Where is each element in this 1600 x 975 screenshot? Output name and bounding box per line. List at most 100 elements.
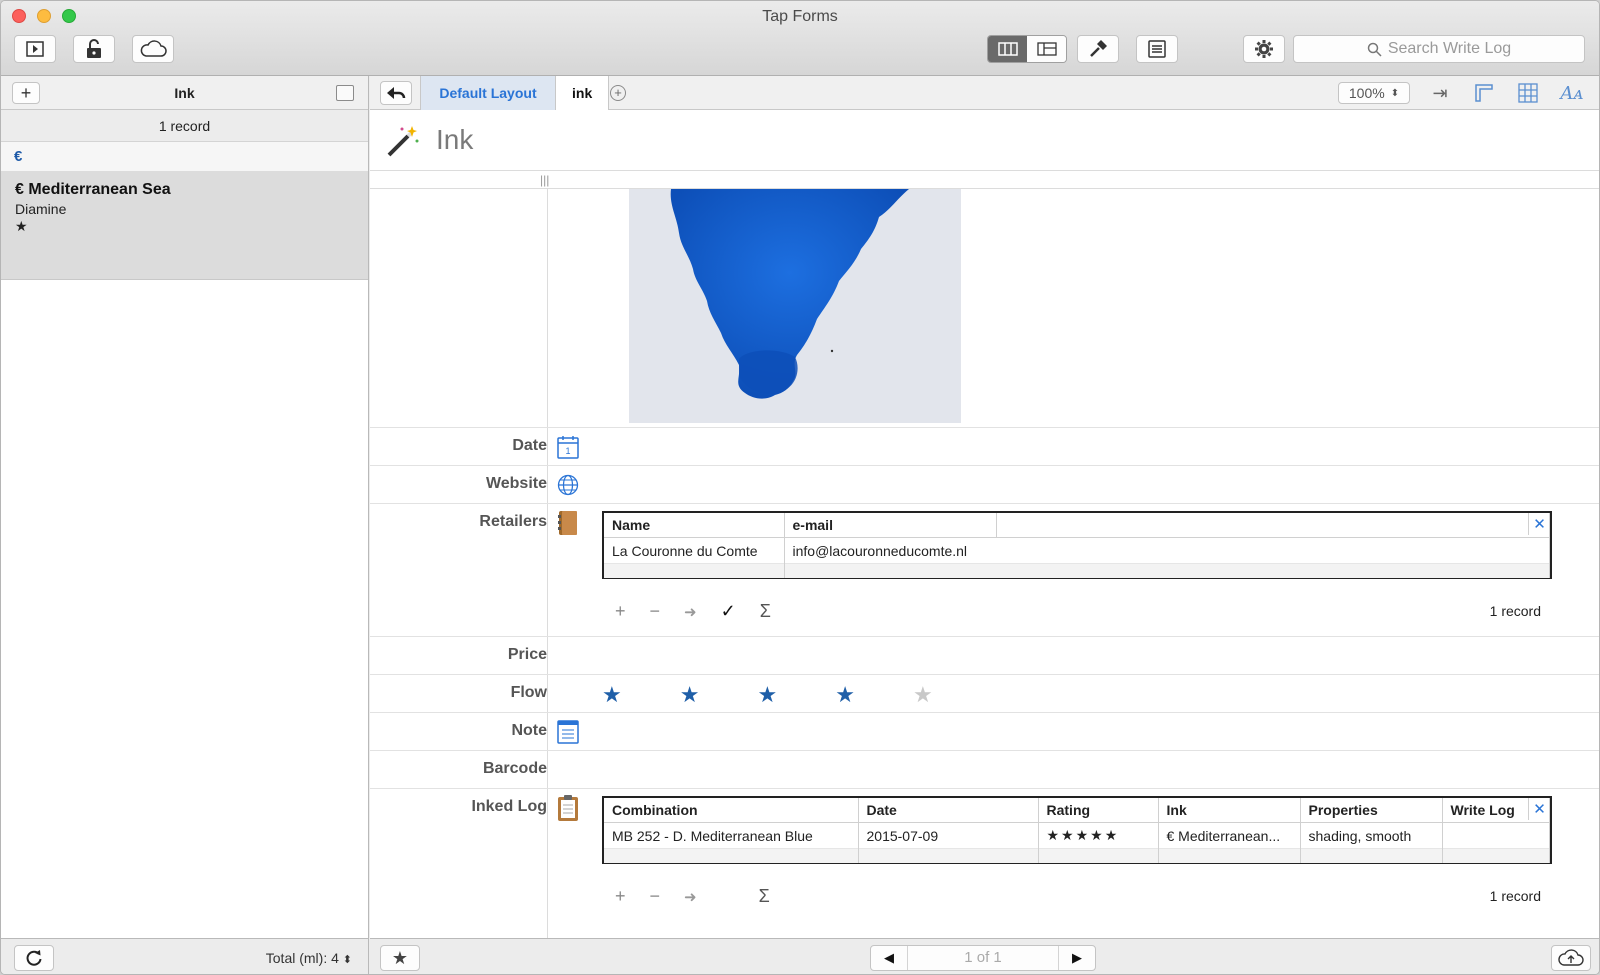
column-resize-handle[interactable]: |||: [540, 173, 549, 187]
calculate-button[interactable]: Σ: [760, 601, 771, 622]
back-button[interactable]: [380, 81, 412, 105]
add-layout-icon[interactable]: +: [610, 85, 626, 101]
record-list-item[interactable]: € Mediterranean Sea Diamine ★: [1, 172, 368, 280]
flow-rating[interactable]: ★ ★ ★ ★ ★: [602, 682, 933, 708]
triangle-left-icon: ◀: [884, 950, 894, 965]
price-field-row[interactable]: Price: [370, 636, 1599, 674]
remove-row-button[interactable]: −: [650, 601, 661, 622]
log-header-ink[interactable]: Ink: [1158, 798, 1301, 823]
globe-icon[interactable]: [556, 473, 580, 497]
favorite-button[interactable]: ★: [380, 945, 420, 971]
search-field[interactable]: Search Write Log: [1293, 35, 1585, 63]
log-write-log-cell[interactable]: [1442, 822, 1550, 849]
ruler-icon[interactable]: [1470, 83, 1498, 103]
log-header-combination[interactable]: Combination: [604, 798, 859, 823]
magic-wand-icon: [387, 126, 419, 157]
note-label: Note: [511, 722, 547, 739]
sidebar-record-count: 1 record: [1, 110, 368, 142]
address-book-icon[interactable]: [556, 511, 580, 535]
settings-button[interactable]: [1243, 35, 1285, 63]
note-field-row[interactable]: Note: [370, 712, 1599, 750]
cloud-upload-button[interactable]: [1551, 945, 1591, 971]
play-button[interactable]: [14, 35, 56, 63]
add-row-button[interactable]: +: [615, 601, 626, 622]
inked-log-field-row: Inked Log Combination Date Rating Ink Pr…: [370, 788, 1599, 938]
log-header-rating[interactable]: Rating: [1038, 798, 1159, 823]
ink-swatch-photo[interactable]: [629, 189, 961, 423]
sidebar-header: + Ink: [1, 76, 368, 110]
date-label: Date: [512, 437, 547, 454]
tab-default-layout[interactable]: Default Layout: [420, 76, 556, 110]
tab-order-icon[interactable]: ⇥: [1426, 83, 1454, 103]
flow-star-icon[interactable]: ★: [913, 682, 933, 708]
total-label: Total (ml): 4: [265, 950, 339, 966]
log-date-cell[interactable]: 2015-07-09: [858, 822, 1039, 849]
price-label: Price: [507, 646, 547, 663]
log-combination-cell[interactable]: MB 252 - D. Mediterranean Blue: [604, 822, 859, 849]
note-icon[interactable]: [556, 720, 580, 744]
next-record-button[interactable]: ▶: [1059, 946, 1095, 970]
lock-button[interactable]: [73, 35, 115, 63]
form-tabs-bar: Default Layout ink + 100% ⬍ ⇥ Aᴀ: [370, 76, 1599, 110]
columns-icon: [997, 42, 1018, 56]
cloud-upload-icon: [1558, 949, 1584, 966]
single-column-view-button[interactable]: [1027, 36, 1066, 62]
log-ink-cell[interactable]: € Mediterranean...: [1158, 822, 1301, 849]
inked-log-controls: + − ➜ Σ: [615, 886, 770, 907]
table-row[interactable]: La Couronne du Comte info@lacouronneduco…: [604, 537, 1550, 564]
records-sidebar: + Ink 1 record € € Mediterranean Sea Dia…: [1, 76, 369, 938]
add-row-button[interactable]: +: [615, 886, 626, 907]
hammer-icon: [1090, 40, 1107, 57]
zoom-select[interactable]: 100% ⬍: [1338, 82, 1410, 104]
link-record-button[interactable]: ➜: [684, 888, 697, 906]
table-row[interactable]: MB 252 - D. Mediterranean Blue 2015-07-0…: [604, 822, 1550, 849]
date-field-row[interactable]: Date 1: [370, 427, 1599, 465]
website-field-row[interactable]: Website: [370, 465, 1599, 503]
list-view-button[interactable]: [1136, 35, 1178, 63]
flow-star-icon[interactable]: ★: [757, 682, 777, 708]
log-properties-cell[interactable]: shading, smooth: [1300, 822, 1443, 849]
retailers-table: Name e-mail La Couronne du Comte info@la…: [602, 511, 1552, 579]
flow-star-icon[interactable]: ★: [680, 682, 700, 708]
log-header-properties[interactable]: Properties: [1300, 798, 1443, 823]
record-list-options-icon[interactable]: [336, 85, 354, 101]
flow-star-icon[interactable]: ★: [835, 682, 855, 708]
remove-row-button[interactable]: −: [650, 886, 661, 907]
form-title-bar: Ink: [370, 110, 1599, 171]
retailers-header-name[interactable]: Name: [604, 513, 785, 538]
calculation-total[interactable]: Total (ml): 4 ⬍: [266, 950, 352, 966]
retailers-header-email[interactable]: e-mail: [784, 513, 997, 538]
unlock-icon: [87, 39, 101, 58]
select-records-button[interactable]: ✓: [721, 601, 736, 622]
grid-icon[interactable]: [1514, 83, 1542, 103]
calendar-icon[interactable]: 1: [556, 435, 580, 459]
inked-log-label: Inked Log: [471, 798, 547, 815]
flow-star-icon[interactable]: ★: [602, 682, 622, 708]
play-icon: [26, 41, 44, 57]
clipboard-icon[interactable]: [556, 795, 580, 821]
retailer-name-cell[interactable]: La Couronne du Comte: [604, 537, 785, 564]
retailer-email-cell[interactable]: info@lacouronneducomte.nl: [784, 537, 1550, 564]
search-placeholder: Search Write Log: [1387, 40, 1512, 57]
cloud-button[interactable]: [132, 35, 174, 63]
font-style-icon[interactable]: Aᴀ: [1558, 83, 1586, 104]
record-subtitle: Diamine: [15, 201, 67, 217]
previous-record-button[interactable]: ◀: [871, 946, 907, 970]
layout-icon: [1036, 42, 1057, 56]
barcode-label: Barcode: [482, 760, 547, 777]
table-settings-icon[interactable]: ✕: [1528, 798, 1550, 820]
calculate-button[interactable]: Σ: [759, 886, 770, 907]
sidebar-footer: Total (ml): 4 ⬍: [1, 938, 369, 974]
log-rating-cell[interactable]: ★★★★★: [1038, 822, 1159, 849]
multi-column-view-button[interactable]: [988, 36, 1027, 62]
table-settings-icon[interactable]: ✕: [1528, 513, 1550, 535]
link-record-button[interactable]: ➜: [684, 603, 697, 621]
retailers-header-empty: [996, 513, 1550, 538]
form-design-button[interactable]: [1077, 35, 1119, 63]
refresh-button[interactable]: [14, 945, 54, 971]
barcode-field-row[interactable]: Barcode: [370, 750, 1599, 788]
back-arrow-icon: [387, 87, 406, 99]
tab-ink[interactable]: ink: [556, 76, 610, 110]
log-header-date[interactable]: Date: [858, 798, 1039, 823]
stepper-icon: ⬍: [342, 954, 352, 966]
